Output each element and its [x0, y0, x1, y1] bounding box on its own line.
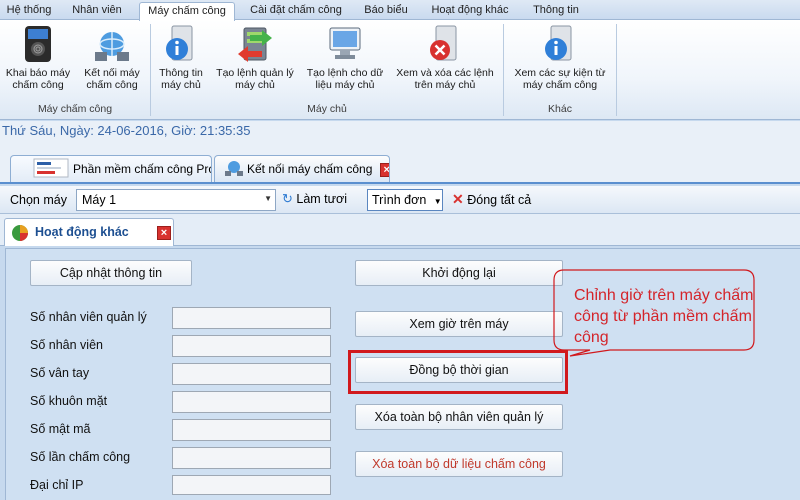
ribbon-button-label: Xem và xóa các lệnh	[396, 67, 494, 79]
callout-text: Chỉnh giờ trên máy chấm công từ phần mềm…	[574, 287, 754, 346]
close-icon[interactable]: ×	[379, 162, 389, 177]
ribbon-button-label: liệu máy chủ	[315, 79, 375, 91]
highlight-frame	[348, 350, 568, 394]
menu-tab-thong-tin[interactable]: Thông tin	[528, 2, 584, 20]
refresh-label: Làm tươi	[296, 192, 347, 206]
attendance-count-field[interactable]	[172, 447, 331, 469]
passwords-count-field[interactable]	[172, 419, 331, 441]
delete-all-managers-button[interactable]: Xóa toàn bộ nhân viên quản lý	[355, 404, 563, 430]
menu-tab-nhan-vien[interactable]: Nhân viên	[66, 2, 128, 20]
ribbon-button-label: Xem các sự kiện từ	[514, 67, 606, 79]
data-command-icon	[326, 24, 364, 64]
ribbon-button-label: máy chấm công	[522, 79, 598, 91]
ribbon-button-label: trên máy chủ	[414, 79, 476, 91]
employees-count-field[interactable]	[172, 335, 331, 357]
tab-phan-mem-cham-cong[interactable]: Phần mềm chấm công Pro	[10, 155, 212, 182]
ribbon-button-label: Khai báo máy	[5, 67, 71, 79]
field-label: Số nhân viên	[30, 338, 103, 352]
ribbon-group-separator	[503, 24, 504, 116]
close-all-button[interactable]: ✕ Đóng tất cả	[452, 190, 531, 210]
machine-select-value: Máy 1	[82, 193, 117, 207]
menu-tab-cai-dat-cham-cong[interactable]: Cài đặt chấm công	[248, 2, 344, 20]
ribbon-group-label: Máy chủ	[307, 103, 347, 115]
menu-tab-he-thong[interactable]: Hệ thống	[4, 2, 54, 20]
ribbon-button-label: chấm công	[12, 79, 64, 91]
ribbon-button-label: chấm công	[86, 79, 138, 91]
close-all-label: Đóng tất cả	[467, 193, 532, 207]
field-label: Số nhân viên quản lý	[30, 310, 147, 324]
ribbon-button-khai-bao-may[interactable]: Khai báo máy chấm công	[2, 24, 74, 91]
toolbar: Chọn máy Máy 1 ▼ ↻ Làm tươi Trình đơn ▼ …	[0, 186, 800, 214]
delete-command-icon	[426, 24, 464, 64]
field-label: Đại chỉ IP	[30, 478, 84, 492]
ribbon-button-tao-lenh-du-lieu[interactable]: Tạo lệnh cho dữ liệu máy chủ	[302, 24, 388, 91]
refresh-icon: ↻	[282, 191, 293, 206]
ribbon-group-label: Khác	[548, 103, 572, 115]
pie-chart-icon	[11, 224, 29, 245]
update-info-button[interactable]: Cập nhật thông tin	[30, 260, 192, 286]
inner-tab-strip: Hoạt động khác ×	[0, 214, 800, 246]
server-command-icon	[236, 24, 274, 64]
tab-label: Kết nối máy chấm công	[247, 162, 373, 176]
tab-ket-noi-may-cham-cong[interactable]: Kết nối máy chấm công ×	[214, 155, 390, 182]
fingerprints-count-field[interactable]	[172, 363, 331, 385]
event-info-icon	[541, 24, 579, 64]
ribbon-button-tao-lenh-quan-ly[interactable]: Tạo lệnh quản lý máy chủ	[210, 24, 300, 91]
ribbon-button-label: Thông tin	[159, 67, 203, 79]
close-icon[interactable]: ×	[157, 226, 171, 240]
menu-dropdown[interactable]: Trình đơn ▼	[367, 189, 443, 211]
ribbon-button-label: máy chủ	[235, 79, 275, 91]
ip-address-field[interactable]	[172, 475, 331, 495]
ribbon-button-thong-tin-may-chu[interactable]: Thông tin máy chủ	[153, 24, 209, 91]
menu-dropdown-label: Trình đơn	[372, 193, 427, 207]
ribbon-group-separator	[150, 24, 151, 116]
field-label: Số lần chấm công	[30, 450, 131, 464]
tab-hoat-dong-khac[interactable]: Hoạt động khác ×	[4, 218, 174, 246]
server-info-icon	[162, 24, 200, 64]
ribbon-button-ket-noi-may[interactable]: Kết nối máy chấm công	[78, 24, 146, 91]
delete-all-attendance-button[interactable]: Xóa toàn bộ dữ liệu chấm công	[355, 451, 563, 477]
field-label: Số mật mã	[30, 422, 91, 436]
field-label: Số vân tay	[30, 366, 90, 380]
machine-select[interactable]: Máy 1 ▼	[76, 189, 276, 211]
menu-bar: Hệ thống Nhân viên Máy chấm công Cài đặt…	[0, 0, 800, 21]
restart-button[interactable]: Khởi động lại	[355, 260, 563, 286]
ribbon-button-xem-xoa-lenh[interactable]: Xem và xóa các lệnh trên máy chủ	[390, 24, 500, 91]
ribbon-button-xem-su-kien[interactable]: Xem các sự kiện từ máy chấm công	[508, 24, 612, 91]
close-icon: ✕	[452, 191, 464, 207]
network-connect-icon	[225, 160, 243, 177]
managers-count-field[interactable]	[172, 307, 331, 329]
ribbon-button-label: Tạo lệnh cho dữ	[306, 67, 384, 79]
ribbon-button-label: Tạo lệnh quản lý	[216, 67, 294, 79]
ribbon-group-label: Máy chấm công	[37, 103, 113, 115]
choose-machine-label: Chọn máy	[10, 193, 67, 207]
callout-bubble: Chỉnh giờ trên máy chấm công từ phần mềm…	[550, 266, 756, 358]
menu-tab-bao-bieu[interactable]: Báo biểu	[361, 2, 411, 20]
menu-tab-may-cham-cong[interactable]: Máy chấm công	[139, 2, 235, 21]
fingerprint-device-icon	[19, 24, 57, 64]
menu-tab-hoat-dong-khac[interactable]: Hoạt động khác	[428, 2, 512, 20]
field-label: Số khuôn mặt	[30, 394, 108, 408]
ribbon: Khai báo máy chấm công Kết nối máy chấm …	[0, 20, 800, 120]
inner-tab-label: Hoạt động khác	[35, 225, 129, 239]
status-datetime: Thứ Sáu, Ngày: 24-06-2016, Giờ: 21:35:35	[0, 121, 800, 141]
document-tab-strip: Phần mềm chấm công Pro Kết nối máy chấm …	[0, 141, 800, 184]
ribbon-button-label: Kết nối máy	[84, 67, 140, 79]
faces-count-field[interactable]	[172, 391, 331, 413]
network-connect-icon	[93, 24, 131, 64]
refresh-button[interactable]: ↻ Làm tươi	[282, 190, 347, 210]
view-machine-time-button[interactable]: Xem giờ trên máy	[355, 311, 563, 337]
ribbon-button-label: máy chủ	[161, 79, 201, 91]
app-logo-icon	[33, 158, 69, 178]
ribbon-group-separator	[616, 24, 617, 116]
chevron-down-icon: ▼	[433, 197, 442, 206]
tab-label: Phần mềm chấm công Pro	[73, 162, 212, 177]
chevron-down-icon: ▼	[264, 194, 272, 203]
